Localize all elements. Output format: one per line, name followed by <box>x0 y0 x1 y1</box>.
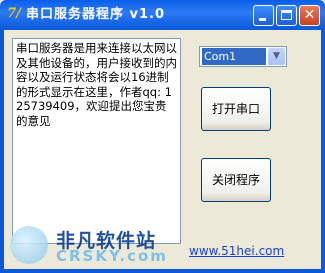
close-icon: ✕ <box>303 7 316 23</box>
maximize-icon <box>281 10 292 20</box>
minimize-button[interactable] <box>253 5 274 26</box>
title-bar[interactable]: 7/ 串口服务器程序 v1.0 ✕ <box>0 0 325 30</box>
app-icon: 7/ <box>7 6 21 21</box>
watermark-domain: CRSKY.com <box>56 247 168 265</box>
port-select-value: Com1 <box>202 48 266 65</box>
close-program-button[interactable]: 关闭程序 <box>201 158 271 202</box>
minimize-icon <box>259 18 266 21</box>
maximize-button[interactable] <box>276 5 297 26</box>
website-link[interactable]: www.51hei.com <box>189 244 284 258</box>
close-button[interactable]: ✕ <box>299 5 320 26</box>
window-title: 串口服务器程序 v1.0 <box>26 7 166 22</box>
open-port-button[interactable]: 打开串口 <box>201 87 271 131</box>
watermark-logo-icon <box>10 226 48 264</box>
output-textarea[interactable]: 串口服务器是用来连接以太网以及其他设备的，用户接收到的内容以及运行状态将会以16… <box>12 38 181 244</box>
chevron-down-icon[interactable]: ▼ <box>268 48 285 65</box>
port-select[interactable]: Com1 ▼ <box>199 46 287 67</box>
